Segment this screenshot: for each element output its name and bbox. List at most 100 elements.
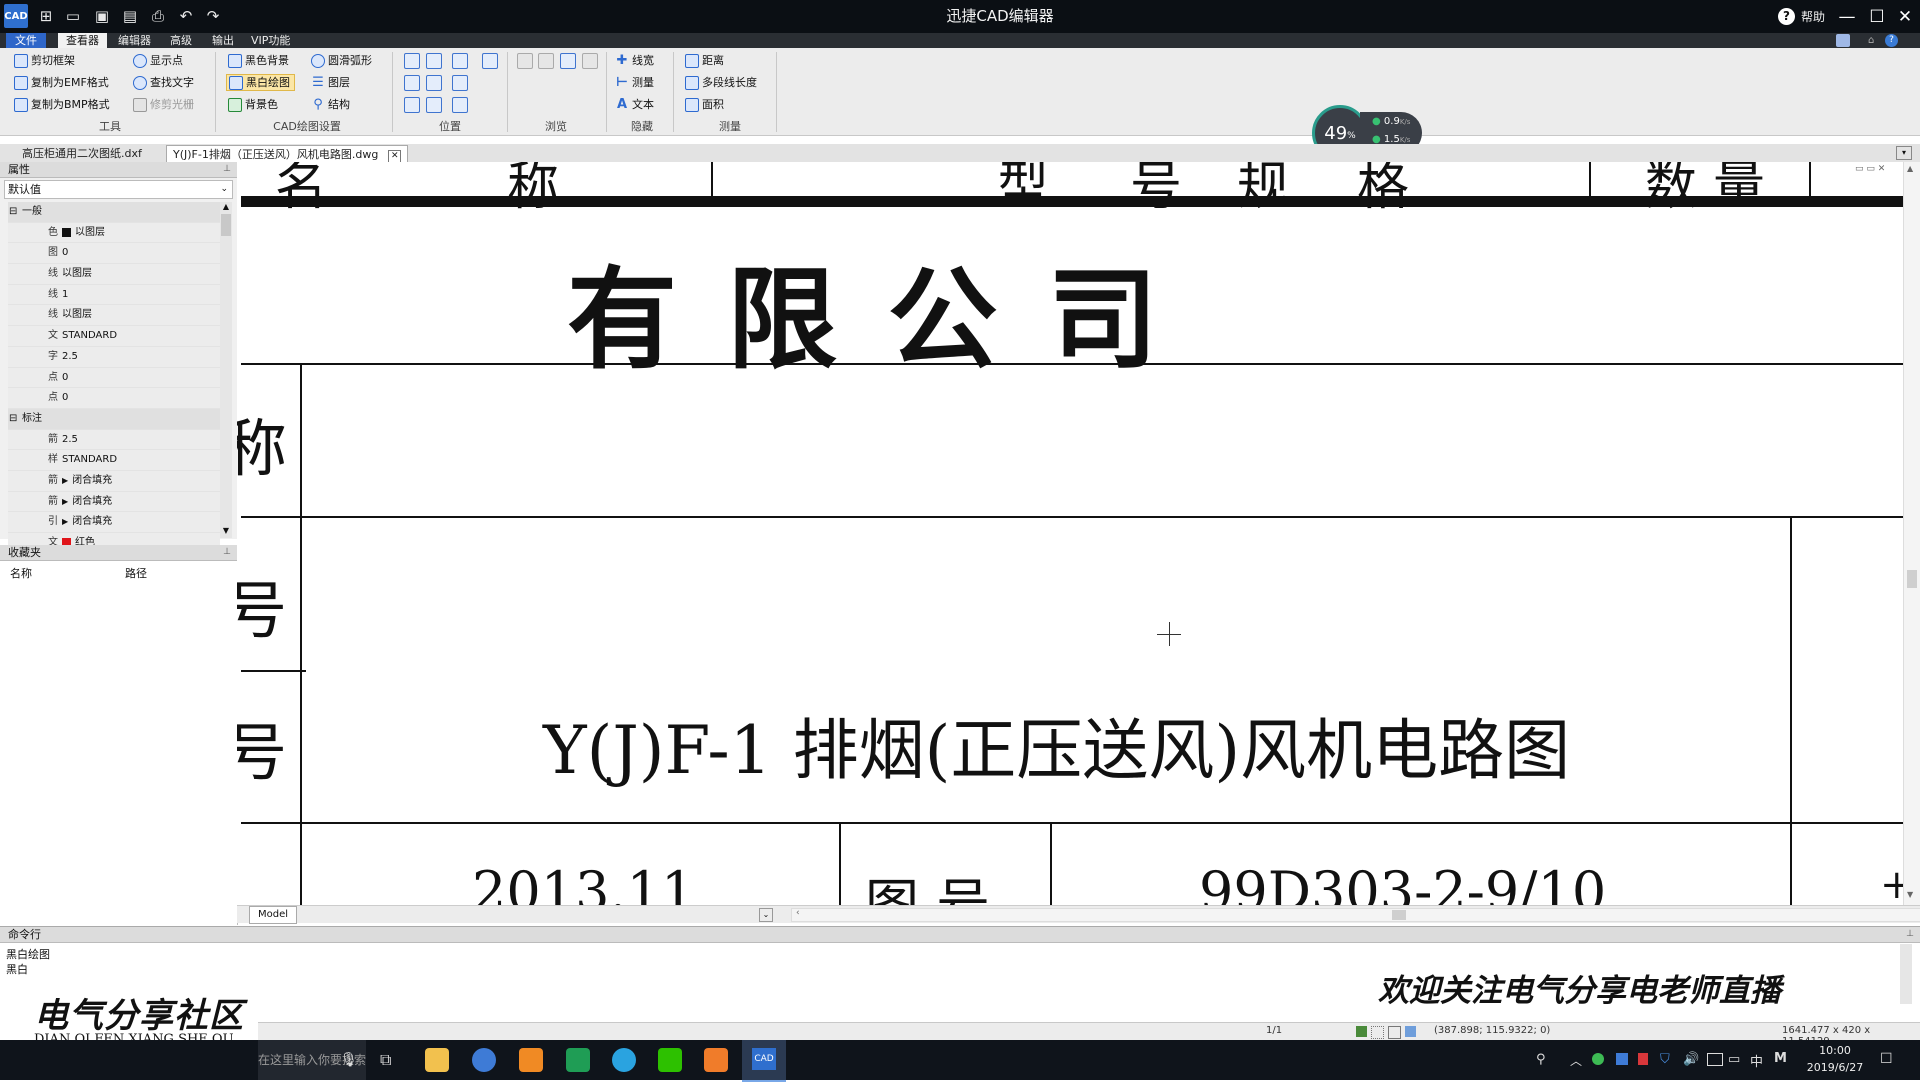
pin-icon[interactable]: ⊥	[223, 545, 231, 560]
tray-green-icon[interactable]	[1592, 1053, 1604, 1065]
clock-time[interactable]: 10:00	[1800, 1044, 1870, 1057]
property-row[interactable]: 箭 ▶ 闭合填充	[8, 470, 220, 492]
fit-window-icon[interactable]	[426, 75, 442, 91]
about-icon[interactable]: ?	[1885, 34, 1898, 47]
show-points-button[interactable]: 显示点	[133, 52, 183, 69]
properties-dropdown[interactable]: 默认值 ⌄	[4, 180, 233, 199]
display-icon[interactable]: ▭	[1728, 1052, 1740, 1067]
properties-scrollbar[interactable]: ▲ ▼	[220, 202, 232, 538]
command-scrollbar[interactable]	[1900, 944, 1912, 1004]
trim-raster-button[interactable]: 修剪光栅	[133, 96, 194, 113]
tray-chevron-icon[interactable]: ︿	[1570, 1052, 1582, 1069]
collapse-toggle-icon[interactable]: ⊟	[9, 409, 17, 429]
browser-icon[interactable]	[472, 1048, 496, 1072]
minimize-button[interactable]: —	[1832, 0, 1862, 33]
zoom-extents-icon[interactable]	[426, 53, 442, 69]
collapse-toggle-icon[interactable]: ⊟	[9, 202, 17, 222]
layers-button[interactable]: ☰ 图层	[311, 74, 350, 91]
zoom-out-icon[interactable]	[452, 75, 468, 91]
tab-output[interactable]: 输出	[204, 33, 242, 48]
property-row[interactable]: 点0	[8, 388, 220, 409]
property-row[interactable]: 线以图层	[8, 264, 220, 285]
microphone-icon[interactable]: 🎙	[340, 1052, 358, 1068]
property-row[interactable]: 文 STANDARD	[8, 326, 220, 347]
spreadsheet-icon[interactable]	[566, 1048, 590, 1072]
tray-red-icon[interactable]	[1638, 1053, 1648, 1065]
app-orange-icon[interactable]	[519, 1048, 543, 1072]
doc-window-controls[interactable]: ▭ ▭ ✕	[1855, 164, 1885, 174]
black-background-button[interactable]: 黑色背景	[228, 52, 289, 69]
zoom-window-icon[interactable]	[404, 53, 420, 69]
notification-icon[interactable]: ☐	[1880, 1051, 1893, 1067]
qq-browser-icon[interactable]	[612, 1048, 636, 1072]
pin-icon[interactable]: ⊥	[223, 162, 231, 177]
property-row[interactable]: 样 STANDARD	[8, 450, 220, 471]
volume-icon[interactable]: 🔊	[1683, 1052, 1699, 1067]
cad-editor-taskbar-button[interactable]: CAD	[742, 1040, 786, 1082]
property-row[interactable]: 色 以图层	[8, 222, 220, 244]
pan-hand-icon[interactable]	[482, 53, 498, 69]
ribbon-collapse-icon[interactable]: ⌂	[1868, 35, 1874, 46]
area-button[interactable]: 面积	[685, 96, 724, 113]
tab-editor[interactable]: 编辑器	[110, 33, 159, 48]
model-tab[interactable]: Model	[249, 906, 298, 924]
doc-tab-dwg[interactable]: Y(J)F-1排烟（正压送风）风机电路图.dwg ✕	[166, 145, 409, 163]
fit-page-icon[interactable]	[404, 75, 420, 91]
copy-bmp-button[interactable]: 复制为BMP格式	[14, 96, 110, 113]
clock-date[interactable]: 2019/6/27	[1800, 1061, 1870, 1074]
refresh-icon[interactable]	[560, 53, 576, 69]
property-row[interactable]: 点0	[8, 367, 220, 389]
black-white-drawing-button[interactable]: 黑白绘图	[226, 74, 295, 91]
property-category[interactable]: ⊟ 标注	[8, 408, 220, 430]
network-icon[interactable]	[1707, 1053, 1723, 1066]
property-row[interactable]: 线1	[8, 284, 220, 306]
find-text-button[interactable]: 查找文字	[133, 74, 194, 91]
tray-blue-icon[interactable]	[1616, 1053, 1628, 1065]
tab-vip[interactable]: VIP功能	[243, 33, 298, 48]
property-row[interactable]: 线以图层	[8, 305, 220, 327]
view-options-icon[interactable]	[452, 97, 468, 113]
structure-button[interactable]: ⚲ 结构	[311, 96, 350, 113]
horizontal-scrollbar[interactable]: ‹ ›	[791, 908, 1920, 922]
doc-tab-dxf[interactable]: 高压柜通用二次图纸.dxf	[16, 145, 148, 162]
forward-arrow-icon[interactable]	[538, 53, 554, 69]
polyline-length-button[interactable]: 多段线长度	[685, 74, 757, 91]
zoom-in-icon[interactable]	[452, 53, 468, 69]
zoom-prev-icon[interactable]	[426, 97, 442, 113]
tab-advanced[interactable]: 高级	[162, 33, 200, 48]
pin-icon[interactable]: ⊥	[1906, 927, 1914, 942]
clip-frame-button[interactable]: 剪切框架	[14, 52, 75, 69]
pen-tool-icon[interactable]	[1836, 34, 1850, 47]
measure-button[interactable]: ⊢ 测量	[615, 74, 654, 91]
rotate-view-icon[interactable]	[404, 97, 420, 113]
ime-indicator[interactable]: 中	[1750, 1051, 1763, 1070]
background-color-button[interactable]: 背景色	[228, 96, 278, 113]
maximize-button[interactable]: ☐	[1862, 0, 1892, 33]
chevron-down-icon[interactable]: ⌄	[759, 908, 773, 922]
line-width-button[interactable]: ✚ 线宽	[615, 52, 654, 69]
file-explorer-icon[interactable]	[425, 1048, 449, 1072]
property-row[interactable]: 箭 ▶ 闭合填充	[8, 491, 220, 513]
ime-mode-indicator[interactable]: M	[1774, 1051, 1787, 1066]
property-row[interactable]: 引 ▶ 闭合填充	[8, 512, 220, 533]
task-view-icon[interactable]: ⧉	[380, 1050, 391, 1070]
person-icon[interactable]: ⚲	[1536, 1052, 1546, 1067]
help-button[interactable]: ? 帮助	[1778, 6, 1825, 26]
tab-list-dropdown-icon[interactable]: ▾	[1896, 146, 1912, 160]
vertical-scrollbar[interactable]: ▲ ▼	[1903, 162, 1920, 905]
drawing-canvas[interactable]: 名 称 型 号 规 格 数 量 有 限 公 司 称 号 号 Y(J)F-1 排烟…	[237, 162, 1903, 905]
status-toggle-icons[interactable]	[1356, 1026, 1426, 1039]
text-button[interactable]: A 文本	[615, 96, 654, 113]
distance-button[interactable]: 距离	[685, 52, 724, 69]
shield-icon[interactable]: ⛉	[1660, 1052, 1670, 1067]
tab-file[interactable]: 文件	[6, 33, 46, 48]
tab-viewer[interactable]: 查看器	[58, 33, 107, 48]
app-red-icon[interactable]	[704, 1048, 728, 1072]
property-row[interactable]: 箭 2.5	[8, 429, 220, 451]
property-category[interactable]: ⊟ 一般	[8, 202, 220, 223]
property-row[interactable]: 字 2.5	[8, 346, 220, 368]
smooth-arc-button[interactable]: 圆滑弧形	[311, 52, 372, 69]
back-arrow-icon[interactable]	[517, 53, 533, 69]
next-icon[interactable]	[582, 53, 598, 69]
property-row[interactable]: 图0	[8, 243, 220, 265]
